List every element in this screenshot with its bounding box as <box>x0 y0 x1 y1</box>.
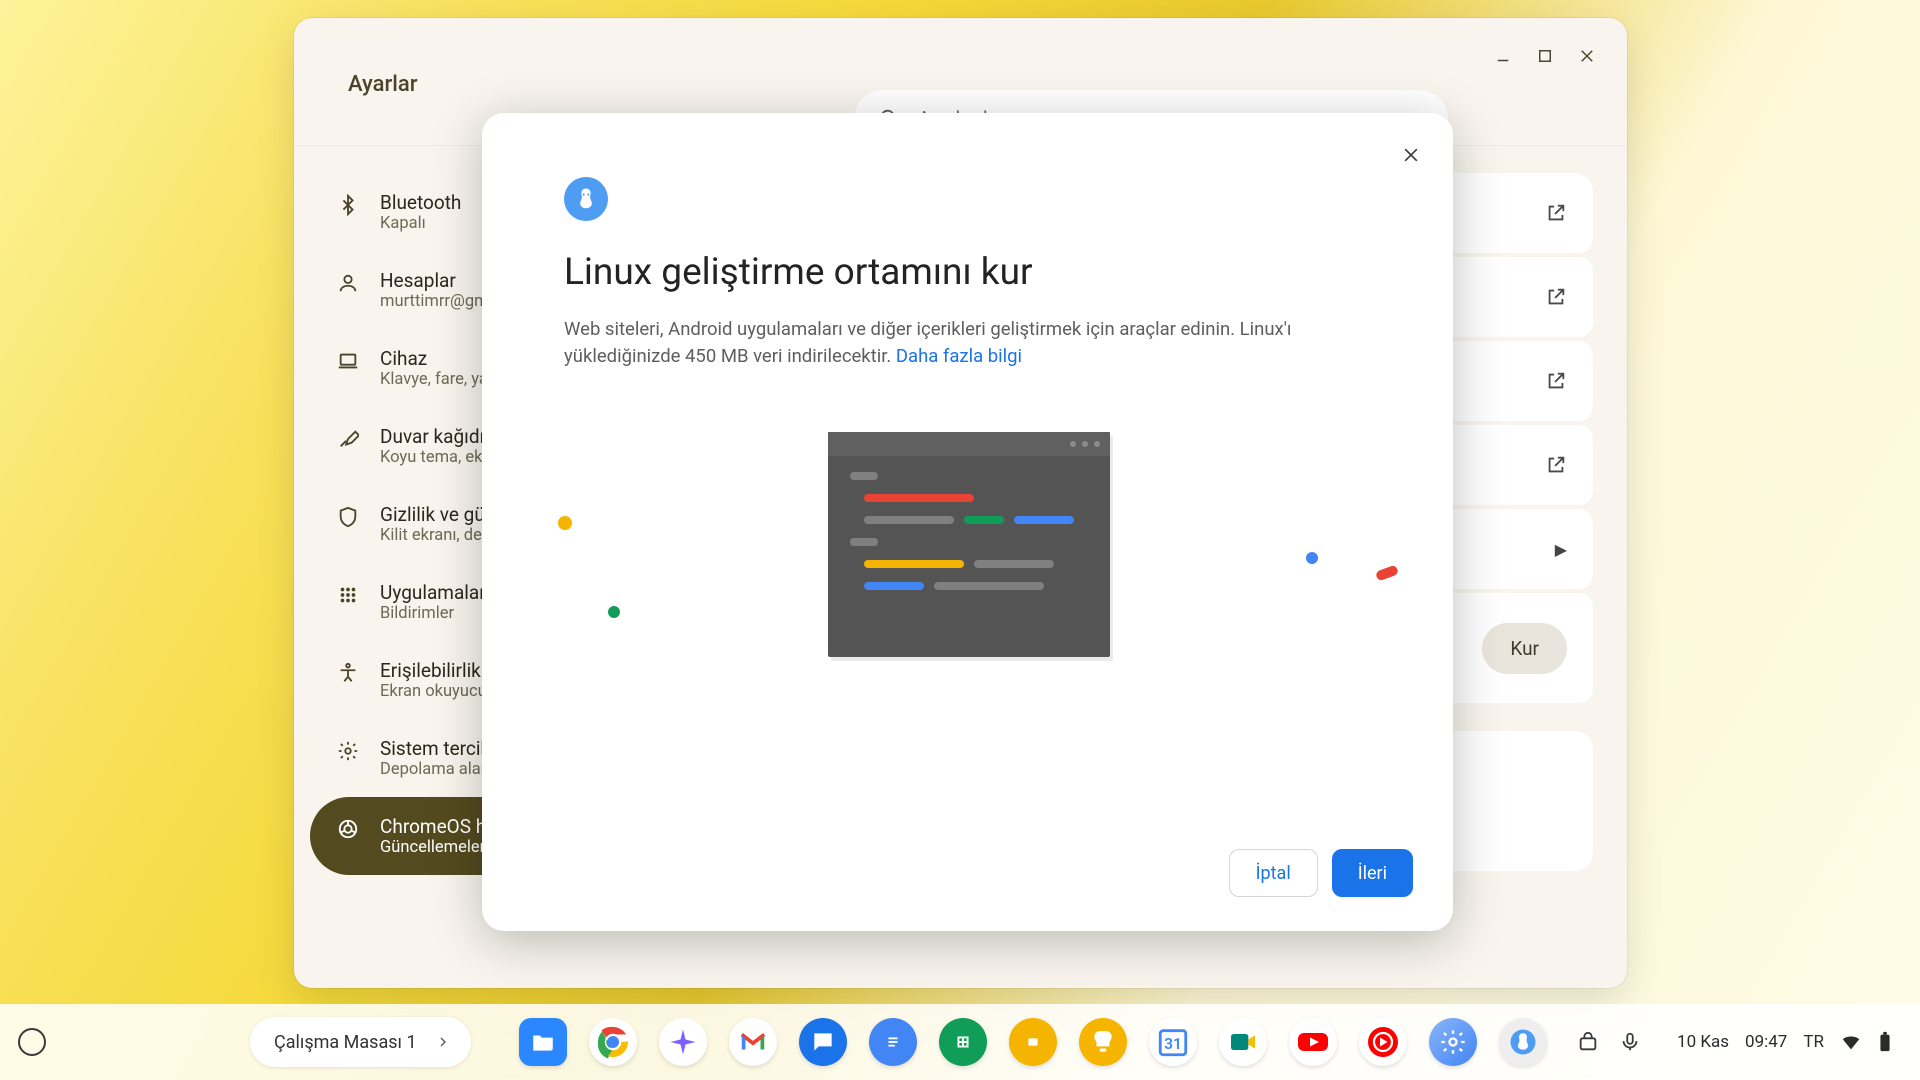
settings-app-icon[interactable] <box>1429 1018 1477 1066</box>
shelf: Çalışma Masası 1 31 10 Kas 09:47 TR <box>0 1004 1920 1080</box>
slides-app-icon[interactable] <box>1009 1018 1057 1066</box>
battery-icon <box>1878 1031 1892 1053</box>
system-tray: 10 Kas 09:47 TR <box>1569 1031 1902 1053</box>
close-button[interactable] <box>1573 42 1601 70</box>
svg-text:31: 31 <box>1164 1035 1182 1053</box>
youtube-app-icon[interactable] <box>1289 1018 1337 1066</box>
accessibility-icon <box>336 661 360 685</box>
brush-icon <box>336 427 360 451</box>
external-link-icon <box>1545 286 1567 308</box>
files-app-icon[interactable] <box>519 1018 567 1066</box>
gmail-app-icon[interactable] <box>729 1018 777 1066</box>
external-link-icon <box>1545 454 1567 476</box>
linux-logo-icon <box>564 177 608 221</box>
mic-icon[interactable] <box>1619 1031 1641 1053</box>
minimize-button[interactable] <box>1489 42 1517 70</box>
install-button[interactable]: Kur <box>1482 623 1567 674</box>
external-link-icon <box>1545 202 1567 224</box>
desk-switcher[interactable]: Çalışma Masası 1 <box>250 1017 471 1067</box>
chrome-app-icon[interactable] <box>589 1018 637 1066</box>
decorative-dot <box>1306 552 1318 564</box>
gear-icon <box>336 739 360 763</box>
close-icon <box>1401 145 1421 165</box>
calendar-app-icon[interactable]: 31 <box>1149 1018 1197 1066</box>
sheets-app-icon[interactable] <box>939 1018 987 1066</box>
decorative-dot <box>558 516 572 530</box>
dialog-actions: İptal İleri <box>1229 849 1413 897</box>
dialog-close-button[interactable] <box>1395 139 1427 171</box>
settings-window: Ayarlar Ayarlarda ara BluetoothKapalı He… <box>294 18 1627 988</box>
cancel-button[interactable]: İptal <box>1229 849 1318 897</box>
laptop-icon <box>336 349 360 373</box>
meet-app-icon[interactable] <box>1219 1018 1267 1066</box>
shelf-apps: 31 <box>519 1018 1547 1066</box>
messages-app-icon[interactable] <box>799 1018 847 1066</box>
maximize-button[interactable] <box>1531 42 1559 70</box>
external-link-icon <box>1545 370 1567 392</box>
next-button[interactable]: İleri <box>1332 849 1413 897</box>
bluetooth-icon <box>336 193 360 217</box>
language-label: TR <box>1803 1032 1824 1052</box>
decorative-dot <box>608 606 620 618</box>
shield-icon <box>336 505 360 529</box>
time-label: 09:47 <box>1745 1032 1787 1052</box>
launcher-button[interactable] <box>18 1028 46 1056</box>
linux-setup-dialog: Linux geliştirme ortamını kur Web sitele… <box>482 113 1453 931</box>
chrome-icon <box>336 817 360 841</box>
chevron-right-icon: ▶ <box>1555 540 1567 559</box>
keep-app-icon[interactable] <box>1079 1018 1127 1066</box>
gemini-app-icon[interactable] <box>659 1018 707 1066</box>
decorative-dot <box>1374 564 1398 581</box>
chevron-right-icon <box>435 1034 451 1050</box>
apps-grid-icon <box>336 583 360 607</box>
person-icon <box>336 271 360 295</box>
dialog-illustration <box>818 432 1118 662</box>
dialog-body: Web siteleri, Android uygulamaları ve di… <box>564 316 1337 370</box>
dialog-title: Linux geliştirme ortamını kur <box>564 251 1425 294</box>
window-controls <box>1477 28 1613 84</box>
desk-label: Çalışma Masası 1 <box>274 1032 417 1053</box>
youtube-music-app-icon[interactable] <box>1359 1018 1407 1066</box>
more-info-link[interactable]: Daha fazla bilgi <box>896 345 1022 367</box>
page-title: Ayarlar <box>348 72 418 97</box>
date-label: 10 Kas <box>1677 1032 1729 1052</box>
tote-icon[interactable] <box>1577 1031 1599 1053</box>
docs-app-icon[interactable] <box>869 1018 917 1066</box>
terminal-app-icon[interactable] <box>1499 1018 1547 1066</box>
status-area[interactable]: 10 Kas 09:47 TR <box>1667 1031 1902 1053</box>
wifi-icon <box>1840 1031 1862 1053</box>
